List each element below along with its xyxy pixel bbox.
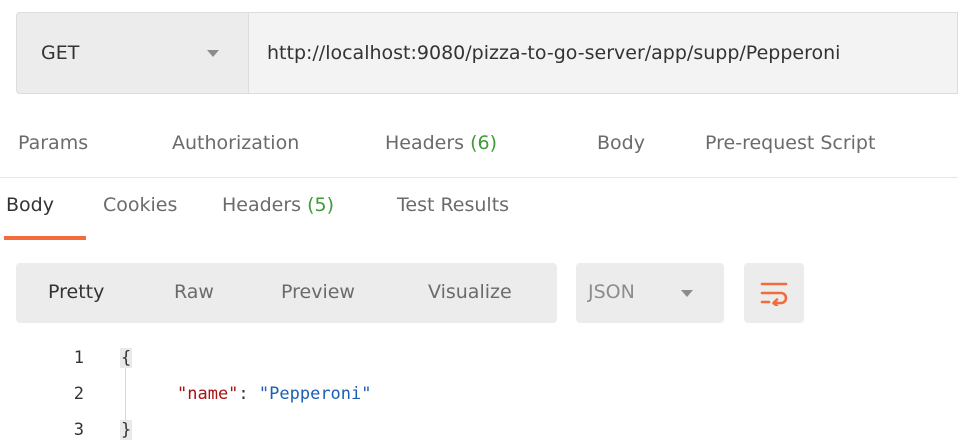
method-label: GET	[41, 42, 80, 64]
response-code-viewer[interactable]: 1 2 3 { "name": "Pepperoni" }	[0, 342, 958, 447]
format-preview[interactable]: Preview	[281, 281, 355, 303]
wrap-lines-icon	[760, 282, 788, 306]
response-tabs: Body Cookies Headers (5) Test Results	[0, 182, 958, 242]
format-pretty[interactable]: Pretty	[48, 281, 104, 303]
json-value: "Pepperoni"	[258, 384, 372, 404]
json-key: "name"	[177, 384, 239, 404]
url-text: http://localhost:9080/pizza-to-go-server…	[267, 42, 841, 64]
tab-body[interactable]: Body	[597, 132, 645, 154]
json-line: "name": "Pepperoni"	[177, 384, 372, 404]
chevron-down-icon	[207, 50, 219, 57]
line-number: 2	[73, 384, 84, 404]
language-label: JSON	[588, 281, 635, 303]
active-tab-indicator	[4, 236, 86, 240]
language-select[interactable]: JSON	[576, 263, 724, 323]
open-brace: {	[120, 348, 133, 368]
response-tab-body[interactable]: Body	[6, 194, 54, 216]
format-segmented-control: Pretty Raw Preview Visualize	[16, 263, 557, 323]
response-tab-headers[interactable]: Headers (5)	[222, 194, 334, 216]
method-select[interactable]: GET	[16, 12, 248, 94]
response-tab-cookies[interactable]: Cookies	[103, 194, 177, 216]
wrap-lines-button[interactable]	[744, 263, 804, 323]
response-tab-test-results[interactable]: Test Results	[397, 194, 509, 216]
tab-params[interactable]: Params	[18, 132, 88, 154]
tab-headers[interactable]: Headers (6)	[385, 132, 497, 154]
request-tabs: Params Authorization Headers (6) Body Pr…	[0, 118, 958, 178]
format-visualize[interactable]: Visualize	[428, 281, 512, 303]
format-raw[interactable]: Raw	[174, 281, 214, 303]
request-bar: GET http://localhost:9080/pizza-to-go-se…	[16, 12, 958, 94]
tab-pre-request-script[interactable]: Pre-request Script	[705, 132, 875, 154]
headers-count: (6)	[470, 132, 498, 154]
tab-authorization[interactable]: Authorization	[172, 132, 299, 154]
chevron-down-icon	[681, 290, 693, 297]
url-input[interactable]: http://localhost:9080/pizza-to-go-server…	[248, 12, 958, 94]
response-headers-count: (5)	[307, 194, 335, 216]
close-brace: }	[120, 420, 133, 440]
line-number: 1	[73, 348, 84, 368]
json-colon: :	[238, 384, 259, 404]
line-number: 3	[73, 420, 84, 440]
